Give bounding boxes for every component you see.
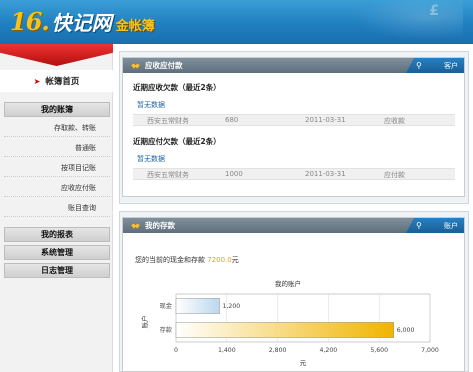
sidebar-item-receivable-payable[interactable]: 应收应付账 bbox=[4, 180, 110, 197]
logo-subtitle: 金帐簿 bbox=[115, 19, 155, 34]
arrow-right-icon: ➤ bbox=[33, 76, 41, 86]
home-label: 帐簿首页 bbox=[45, 77, 80, 87]
account-bar-chart: 我的账户 账户 元 0 1,400 2,800 4,200 5,600 7,000 现金 1,… bbox=[140, 279, 439, 367]
chart-xtick-label: 5,600 bbox=[370, 347, 388, 354]
balance-amount: 7200.0 bbox=[207, 256, 232, 264]
recent-payables-heading: 近期应付欠款（最近2条） bbox=[133, 137, 221, 146]
row-company: 西安五常财务 bbox=[147, 171, 189, 179]
row-type: 应付款 bbox=[384, 171, 405, 179]
payables-no-data: 暂无数据 bbox=[137, 155, 165, 163]
chart-xtick-label: 2,800 bbox=[269, 347, 287, 354]
chart-xtick-label: 4,200 bbox=[320, 347, 338, 354]
row-date: 2011-03-31 bbox=[305, 116, 346, 124]
sidebar-section-my-books[interactable]: 我的账簿 bbox=[4, 102, 110, 117]
receivables-panel-header: 应收应付款 ⚲ 客户 bbox=[123, 58, 464, 73]
chart-data-label: 1,200 bbox=[223, 303, 241, 310]
balance-suffix: 元 bbox=[231, 256, 239, 264]
search-icon: ⚲ bbox=[416, 61, 422, 70]
search-icon: ⚲ bbox=[416, 221, 422, 230]
table-row[interactable]: 西安五常财务 680 2011-03-31 应收款 bbox=[133, 114, 455, 126]
handshake-icon bbox=[131, 222, 140, 229]
row-type: 应收款 bbox=[384, 117, 405, 125]
deposits-panel-header: 我的存款 ⚲ 账户 bbox=[123, 218, 464, 233]
app-logo[interactable]: 16. 快记网 金帐簿 bbox=[10, 7, 155, 36]
header-decoration bbox=[343, 0, 463, 44]
receivables-panel: 应收应付款 ⚲ 客户 近期应收欠款（最近2条） 暂无数据 西安五常财务 680 … bbox=[122, 57, 465, 197]
receivables-title: 应收应付款 bbox=[145, 61, 183, 70]
sidebar-section-logs[interactable]: 日志管理 bbox=[4, 263, 110, 278]
row-amount: 680 bbox=[225, 116, 239, 124]
row-company: 西安五常财务 bbox=[147, 117, 189, 125]
pound-icon: £ bbox=[429, 3, 439, 19]
deposits-title: 我的存款 bbox=[145, 221, 175, 230]
sidebar-section-my-reports[interactable]: 我的报表 bbox=[4, 227, 110, 242]
app-header: 16. 快记网 金帐簿 £ bbox=[0, 0, 473, 44]
sidebar-item-general-ledger[interactable]: 普通账 bbox=[4, 140, 110, 157]
customer-tab-label: 客户 bbox=[444, 61, 458, 70]
table-row[interactable]: 西安五常财务 1000 2011-03-31 应付款 bbox=[133, 168, 455, 180]
chart-xtick-label: 1,400 bbox=[218, 347, 236, 354]
account-tab-label: 账户 bbox=[444, 221, 458, 230]
chart-category-label: 存款 bbox=[160, 326, 172, 334]
chart-data-label: 6,000 bbox=[397, 327, 415, 334]
sidebar-item-deposit-transfer[interactable]: 存取款、转账 bbox=[4, 120, 110, 137]
chart-xtick-label: 7,000 bbox=[421, 347, 439, 354]
sidebar-item-project-ledger[interactable]: 按项目记账 bbox=[4, 160, 110, 177]
logo-mark: 16. bbox=[10, 7, 50, 36]
chart-ylabel: 账户 bbox=[140, 316, 149, 329]
customer-tab[interactable]: ⚲ 客户 bbox=[406, 58, 464, 73]
sidebar-section-system[interactable]: 系统管理 bbox=[4, 245, 110, 260]
sidebar-home-link[interactable]: ➤ 帐簿首页 bbox=[0, 70, 113, 92]
chart-bar bbox=[175, 298, 220, 314]
balance-summary: 您的当前的现金和存款 7200.0元 bbox=[135, 255, 239, 265]
recent-receivables-heading: 近期应收欠款（最近2条） bbox=[133, 83, 221, 92]
receivables-no-data: 暂无数据 bbox=[137, 101, 165, 109]
chart-title: 我的账户 bbox=[275, 279, 301, 288]
account-tab[interactable]: ⚲ 账户 bbox=[406, 218, 464, 233]
handshake-icon bbox=[131, 62, 140, 69]
row-date: 2011-03-31 bbox=[305, 170, 346, 178]
chart-xlabel: 元 bbox=[300, 359, 307, 367]
row-amount: 1000 bbox=[225, 170, 243, 178]
sidebar-item-account-query[interactable]: 账目查询 bbox=[4, 200, 110, 217]
chart-category-label: 现金 bbox=[160, 302, 173, 310]
logo-text: 快记网 bbox=[51, 11, 112, 35]
chart-xtick-label: 0 bbox=[174, 347, 178, 354]
balance-prefix: 您的当前的现金和存款 bbox=[135, 256, 205, 264]
chart-bar bbox=[175, 322, 394, 338]
